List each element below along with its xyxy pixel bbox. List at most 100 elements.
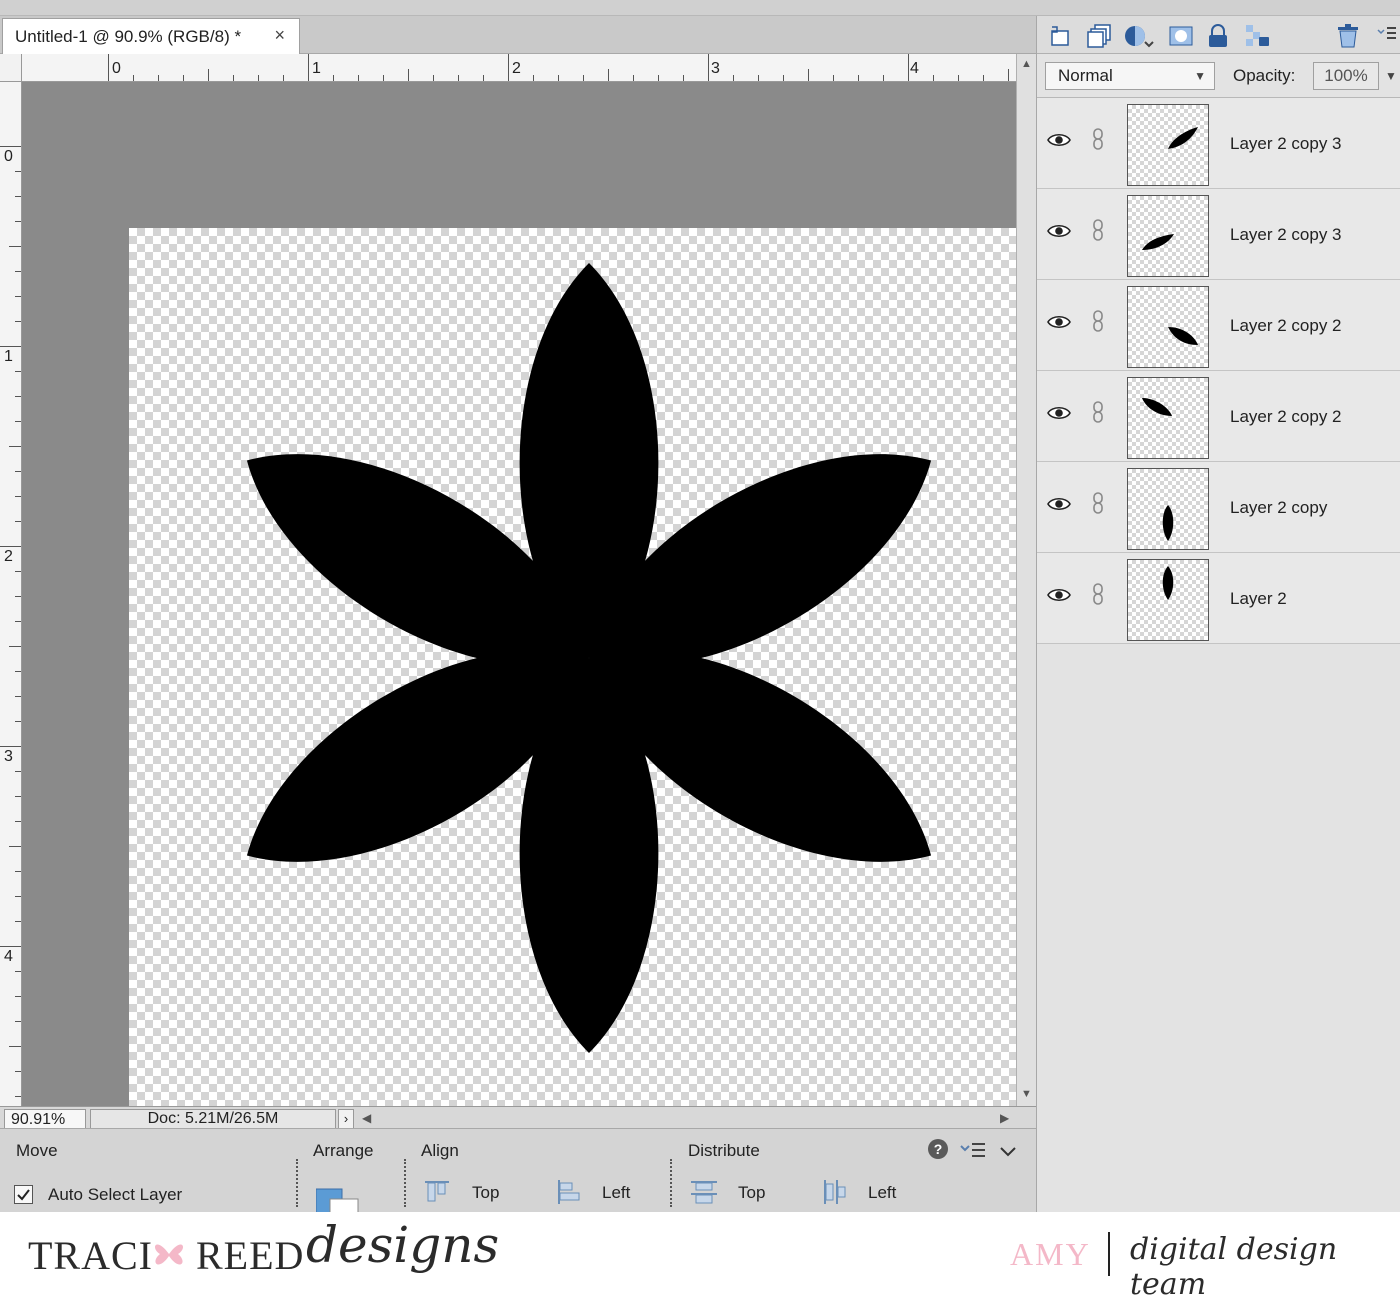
layer-row[interactable]: Layer 2 copy 2 <box>1037 280 1400 371</box>
ruler-origin[interactable] <box>0 54 22 82</box>
ruler-tick <box>708 54 709 81</box>
layer-row[interactable]: Layer 2 copy <box>1037 462 1400 553</box>
ruler-tick <box>9 646 21 647</box>
ruler-tick <box>15 471 21 472</box>
document-tab-title: Untitled-1 @ 90.9% (RGB/8) * <box>15 26 242 46</box>
footer-divider <box>1108 1232 1110 1276</box>
ruler-tick <box>258 75 259 81</box>
link-chain-icon[interactable] <box>1091 219 1105 246</box>
ruler-v-label: 1 <box>4 348 13 365</box>
team-label: digital design team <box>1130 1232 1338 1302</box>
tool-name: Move <box>16 1141 58 1160</box>
layer-name: Layer 2 copy 2 <box>1230 407 1342 426</box>
opacity-input[interactable]: 100% <box>1313 62 1379 90</box>
link-chain-icon[interactable] <box>1091 310 1105 337</box>
link-chain-icon[interactable] <box>1091 401 1105 428</box>
ruler-tick <box>15 821 21 822</box>
ruler-tick <box>633 75 634 81</box>
layer-row[interactable]: Layer 2 copy 2 <box>1037 371 1400 462</box>
close-tab-icon[interactable]: × <box>274 25 285 46</box>
ruler-tick <box>933 75 934 81</box>
align-left-icon[interactable] <box>556 1179 582 1210</box>
visibility-eye-icon[interactable] <box>1047 405 1071 426</box>
ruler-tick <box>15 1071 21 1072</box>
tool-options-bar: Move Auto Select Layer Arrange Align Top… <box>0 1128 1036 1214</box>
ruler-v-label: 2 <box>4 548 13 565</box>
visibility-eye-icon[interactable] <box>1047 587 1071 608</box>
butterfly-icon <box>154 1244 184 1265</box>
blend-mode-select[interactable]: Normal ▼ <box>1045 62 1215 90</box>
layer-row[interactable]: Layer 2 <box>1037 553 1400 644</box>
ruler-v-label: 4 <box>4 948 13 965</box>
document-tab[interactable]: Untitled-1 @ 90.9% (RGB/8) * × <box>2 18 300 54</box>
distribute-top-button[interactable]: Top <box>738 1183 765 1203</box>
ruler-tick <box>15 996 21 997</box>
ruler-tick <box>783 75 784 81</box>
ruler-tick <box>9 446 21 447</box>
delete-layer-icon[interactable] <box>1337 24 1359 53</box>
collapse-options-icon[interactable] <box>1000 1143 1016 1163</box>
document-canvas[interactable] <box>129 228 1027 1126</box>
layer-name: Layer 2 copy 2 <box>1230 316 1342 335</box>
scroll-down-icon[interactable]: ▼ <box>1021 1088 1032 1100</box>
help-icon[interactable]: ? <box>928 1139 948 1159</box>
flower-petals <box>246 263 932 1053</box>
layer-thumbnail <box>1127 377 1209 459</box>
link-chain-icon[interactable] <box>1091 492 1105 519</box>
adjustment-layer-icon[interactable] <box>1123 24 1155 55</box>
distribute-left-icon[interactable] <box>822 1179 850 1210</box>
align-top-button[interactable]: Top <box>472 1183 499 1203</box>
align-top-icon[interactable] <box>424 1179 450 1210</box>
ruler-tick <box>583 75 584 81</box>
vertical-ruler: 0 1 2 3 4 <box>0 82 22 1106</box>
visibility-eye-icon[interactable] <box>1047 314 1071 335</box>
new-group-icon[interactable] <box>1087 24 1113 53</box>
align-left-button[interactable]: Left <box>602 1183 630 1203</box>
vertical-scrollbar[interactable]: ▲ ▼ <box>1016 54 1036 1106</box>
ruler-tick <box>683 75 684 81</box>
layer-mask-icon[interactable] <box>1169 24 1193 53</box>
lock-icon[interactable] <box>1207 24 1229 53</box>
ruler-tick <box>133 75 134 81</box>
ruler-h-label: 4 <box>910 60 919 77</box>
panel-menu-icon[interactable] <box>1377 24 1397 47</box>
scroll-left-icon[interactable]: ◀ <box>362 1111 371 1125</box>
ruler-tick <box>758 75 759 81</box>
ruler-tick <box>308 54 309 81</box>
blend-options-row: Normal ▼ Opacity: 100% ▼ <box>1037 54 1400 98</box>
auto-select-label: Auto Select Layer <box>48 1185 183 1204</box>
link-chain-icon[interactable] <box>1091 583 1105 610</box>
ruler-tick <box>15 1021 21 1022</box>
ruler-tick <box>558 75 559 81</box>
ruler-tick <box>15 271 21 272</box>
ruler-v-label: 3 <box>4 748 13 765</box>
layers-panel: Normal ▼ Opacity: 100% ▼ Layer 2 copy 3 L… <box>1036 16 1400 1212</box>
visibility-eye-icon[interactable] <box>1047 496 1071 517</box>
zoom-level-field[interactable]: 90.91% <box>4 1109 86 1129</box>
status-menu-button[interactable]: › <box>338 1109 354 1129</box>
ruler-tick <box>183 75 184 81</box>
align-label: Align <box>421 1141 459 1160</box>
visibility-eye-icon[interactable] <box>1047 132 1071 153</box>
flower-shape[interactable] <box>129 228 1027 1126</box>
ruler-tick <box>908 54 909 81</box>
ruler-tick <box>608 69 609 81</box>
layer-row[interactable]: Layer 2 copy 3 <box>1037 189 1400 280</box>
ruler-tick <box>858 75 859 81</box>
new-layer-icon[interactable] <box>1049 24 1073 53</box>
opacity-dropdown-icon[interactable]: ▼ <box>1381 62 1400 90</box>
distribute-top-icon[interactable] <box>690 1179 718 1210</box>
scroll-right-icon[interactable]: ▶ <box>1000 1111 1009 1125</box>
visibility-eye-icon[interactable] <box>1047 223 1071 244</box>
options-menu-icon[interactable] <box>960 1141 986 1164</box>
distribute-label: Distribute <box>688 1141 760 1160</box>
link-chain-icon[interactable] <box>1091 128 1105 155</box>
ruler-tick <box>108 54 109 81</box>
distribute-left-button[interactable]: Left <box>868 1183 896 1203</box>
layer-row[interactable]: Layer 2 copy 3 <box>1037 98 1400 189</box>
auto-select-checkbox[interactable] <box>14 1185 33 1204</box>
scroll-up-icon[interactable]: ▲ <box>1021 58 1032 70</box>
ruler-tick <box>833 75 834 81</box>
canvas-workspace[interactable] <box>22 82 1027 1126</box>
lock-transparency-icon[interactable] <box>1245 24 1271 53</box>
